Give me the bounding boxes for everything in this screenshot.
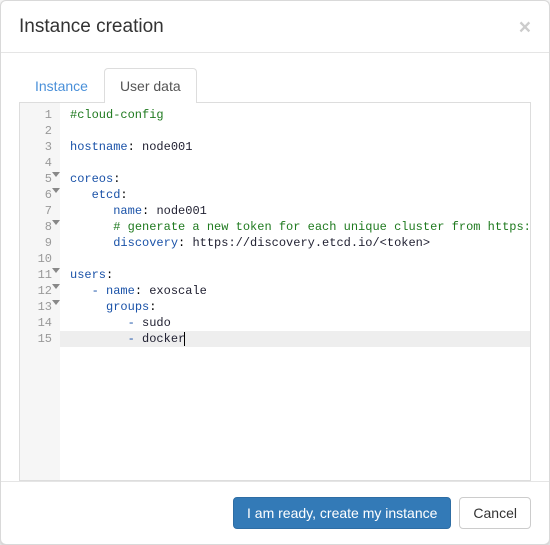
fold-icon[interactable]	[52, 220, 60, 225]
gutter-line: 3	[20, 139, 52, 155]
editor-gutter: 123456789101112131415	[20, 103, 60, 480]
code-line[interactable]: discovery: https://discovery.etcd.io/<to…	[70, 235, 530, 251]
code-line[interactable]: - name: exoscale	[70, 283, 530, 299]
text-cursor	[184, 332, 185, 346]
fold-icon[interactable]	[52, 172, 60, 177]
gutter-line: 10	[20, 251, 52, 267]
code-line[interactable]: # generate a new token for each unique c…	[70, 219, 530, 235]
modal-title: Instance creation	[19, 16, 164, 38]
gutter-line: 6	[20, 187, 52, 203]
create-instance-button[interactable]: I am ready, create my instance	[233, 497, 451, 529]
code-line[interactable]: hostname: node001	[70, 139, 530, 155]
gutter-line: 9	[20, 235, 52, 251]
code-line[interactable]: coreos:	[70, 171, 530, 187]
fold-icon[interactable]	[52, 268, 60, 273]
gutter-line: 12	[20, 283, 52, 299]
gutter-line: 5	[20, 171, 52, 187]
tab-bar: Instance User data	[19, 68, 531, 103]
editor-code-area[interactable]: #cloud-config hostname: node001 coreos: et…	[60, 103, 530, 480]
code-line[interactable]: - sudo	[70, 315, 530, 331]
gutter-line: 1	[20, 107, 52, 123]
tab-instance[interactable]: Instance	[19, 68, 104, 103]
code-line[interactable]: - docker	[60, 331, 530, 347]
gutter-line: 2	[20, 123, 52, 139]
cancel-button[interactable]: Cancel	[459, 497, 531, 529]
gutter-line: 7	[20, 203, 52, 219]
fold-icon[interactable]	[52, 188, 60, 193]
code-line[interactable]	[70, 251, 530, 267]
code-line[interactable]: name: node001	[70, 203, 530, 219]
close-icon[interactable]: ×	[519, 17, 531, 38]
gutter-line: 15	[20, 331, 52, 347]
code-line[interactable]: etcd:	[70, 187, 530, 203]
code-line[interactable]: #cloud-config	[70, 107, 530, 123]
code-editor[interactable]: 123456789101112131415 #cloud-confighostn…	[19, 103, 531, 481]
gutter-line: 13	[20, 299, 52, 315]
code-line[interactable]	[70, 155, 530, 171]
gutter-line: 14	[20, 315, 52, 331]
gutter-line: 4	[20, 155, 52, 171]
modal-body: Instance User data 123456789101112131415…	[1, 53, 549, 481]
gutter-line: 8	[20, 219, 52, 235]
modal-footer: I am ready, create my instance Cancel	[1, 481, 549, 544]
tab-user-data[interactable]: User data	[104, 68, 197, 103]
code-line[interactable]: users:	[70, 267, 530, 283]
gutter-line: 11	[20, 267, 52, 283]
fold-icon[interactable]	[52, 300, 60, 305]
code-line[interactable]: groups:	[70, 299, 530, 315]
modal-header: Instance creation ×	[1, 1, 549, 53]
fold-icon[interactable]	[52, 284, 60, 289]
code-line[interactable]	[70, 123, 530, 139]
instance-creation-modal: Instance creation × Instance User data 1…	[0, 0, 550, 545]
